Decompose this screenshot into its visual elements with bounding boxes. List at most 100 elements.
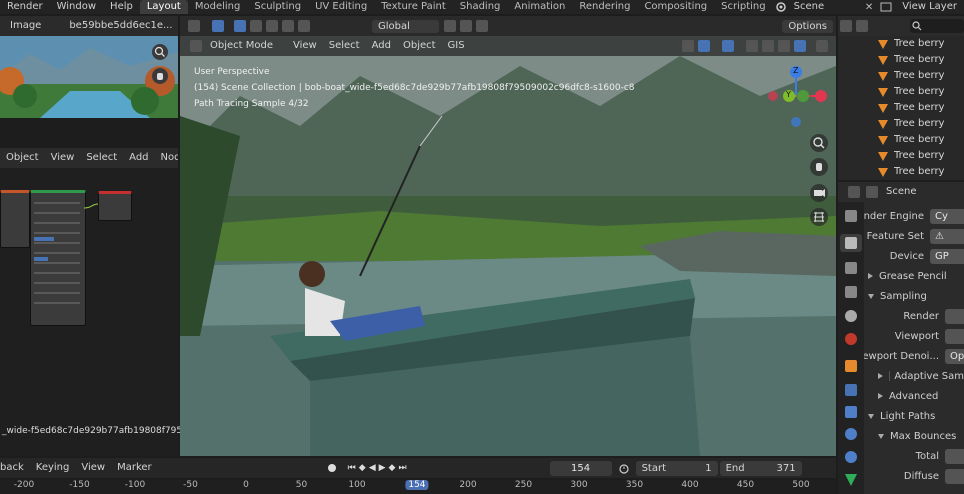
list-item[interactable]: Tree berry	[838, 164, 964, 180]
outliner-search-input[interactable]	[910, 19, 964, 33]
pivot-point-icon[interactable]	[444, 20, 456, 32]
node-select-menu[interactable]: Select	[80, 150, 123, 166]
play-icon[interactable]: ▶	[379, 463, 389, 473]
node-object-menu[interactable]: Object	[0, 150, 45, 166]
select-tool-icon[interactable]	[212, 20, 224, 32]
menu-render[interactable]: Render	[0, 0, 50, 14]
play-reverse-icon[interactable]: ◀	[369, 463, 379, 473]
outliner-type-icon[interactable]	[840, 20, 852, 32]
menu-help[interactable]: Help	[103, 0, 140, 14]
object-mode-dropdown[interactable]: Object Mode	[204, 38, 279, 54]
select-mode-invert-icon[interactable]	[282, 20, 294, 32]
modifier-tab-icon[interactable]	[845, 384, 857, 396]
options-dropdown[interactable]: Options	[782, 19, 833, 33]
image-mode-menu[interactable]: Image	[4, 18, 47, 34]
list-item[interactable]: Tree berry	[838, 84, 964, 100]
scene-icon[interactable]	[775, 1, 787, 13]
tool-tab-icon[interactable]	[845, 210, 857, 222]
total-bounces-field[interactable]	[945, 448, 964, 464]
tab-modeling[interactable]: Modeling	[188, 0, 248, 14]
transform-orientation-dropdown[interactable]: Global	[372, 19, 439, 33]
light-paths-panel[interactable]: Light Paths	[868, 406, 964, 426]
render-tab-icon[interactable]	[840, 234, 862, 252]
viewport-canvas[interactable]: Object Mode View Select Add Object GIS U…	[180, 36, 836, 456]
grease-pencil-panel[interactable]: Grease Pencil	[868, 266, 964, 286]
render-engine-dropdown[interactable]: Cy	[930, 208, 964, 224]
object-mode-icon[interactable]	[190, 40, 202, 52]
tab-uv-editing[interactable]: UV Editing	[308, 0, 374, 14]
menu-window[interactable]: Window	[50, 0, 103, 14]
select-mode-extend-icon[interactable]	[250, 20, 262, 32]
viewport-select-menu[interactable]: Select	[323, 38, 366, 54]
feature-set-dropdown[interactable]: ⚠	[930, 228, 964, 244]
viewport-zoom-icon[interactable]	[810, 134, 828, 152]
tab-texture-paint[interactable]: Texture Paint	[374, 0, 453, 14]
pause-render-icon[interactable]	[816, 40, 828, 52]
camera-view-icon[interactable]	[810, 184, 828, 202]
gizmo-toggle-icon[interactable]	[698, 40, 710, 52]
tab-compositing[interactable]: Compositing	[637, 0, 714, 14]
timeline-ruler[interactable]: -200 -150 -100 -50 0 50 100 154 200 250 300 350 400 4…	[0, 480, 836, 494]
next-keyframe-icon[interactable]: ◆	[389, 463, 399, 473]
sampling-panel[interactable]: Sampling	[868, 286, 964, 306]
end-frame-field[interactable]: End 371	[719, 460, 802, 476]
list-item[interactable]: Tree berry	[838, 100, 964, 116]
jump-end-icon[interactable]: ⏭	[398, 463, 409, 473]
select-mode-new-icon[interactable]	[234, 20, 246, 32]
tab-shading[interactable]: Shading	[453, 0, 508, 14]
image-name-field[interactable]: be59bbe5dd6ec1e...	[63, 18, 178, 34]
visibility-icon[interactable]	[682, 40, 694, 52]
list-item[interactable]: Tree berry	[838, 148, 964, 164]
list-item[interactable]: Tree berry	[838, 132, 964, 148]
select-mode-subtract-icon[interactable]	[266, 20, 278, 32]
viewport-denoise-dropdown[interactable]: Op	[945, 348, 964, 364]
max-bounces-panel[interactable]: Max Bounces	[878, 426, 964, 446]
properties-type-icon[interactable]	[848, 186, 860, 198]
select-mode-intersect-icon[interactable]	[298, 20, 310, 32]
view-layer-selector[interactable]: View Layer	[895, 0, 964, 14]
transform-orientation-icon[interactable]	[188, 20, 200, 32]
list-item[interactable]: Tree berry	[838, 68, 964, 84]
overlay-toggle-icon[interactable]	[722, 40, 734, 52]
tab-animation[interactable]: Animation	[507, 0, 572, 14]
world-tab-icon[interactable]	[845, 333, 857, 345]
node-view-menu[interactable]: View	[45, 150, 81, 166]
prev-keyframe-icon[interactable]: ◆	[359, 463, 369, 473]
tab-rendering[interactable]: Rendering	[572, 0, 637, 14]
keying-menu[interactable]: Keying	[30, 460, 76, 476]
perspective-toggle-icon[interactable]	[810, 208, 828, 226]
display-mode-icon[interactable]	[856, 20, 868, 32]
node-node-menu[interactable]: Node	[155, 150, 178, 166]
device-dropdown[interactable]: GP	[930, 248, 964, 264]
tab-scripting[interactable]: Scripting	[714, 0, 772, 14]
viewport-view-menu[interactable]: View	[287, 38, 323, 54]
particles-tab-icon[interactable]	[845, 406, 857, 418]
data-tab-icon[interactable]	[845, 474, 857, 486]
playback-menu[interactable]: back	[0, 460, 30, 476]
view-layer-tab-icon[interactable]	[845, 286, 857, 298]
tab-layout[interactable]: Layout	[139, 0, 188, 14]
pan-hand-icon[interactable]	[152, 68, 168, 84]
start-frame-field[interactable]: Start 1	[635, 460, 718, 476]
viewport-add-menu[interactable]: Add	[366, 38, 397, 54]
jump-start-icon[interactable]: ⏮	[348, 463, 359, 473]
view-layer-icon[interactable]	[877, 1, 895, 13]
list-item[interactable]: Tree berry	[838, 36, 964, 52]
xray-icon[interactable]	[746, 40, 758, 52]
close-scene-icon[interactable]: ✕	[861, 2, 877, 13]
timeline-view-menu[interactable]: View	[75, 460, 111, 476]
viewport-samples-field[interactable]	[945, 328, 964, 344]
scene-tab-icon[interactable]	[845, 310, 857, 322]
current-frame-field[interactable]: 154	[549, 460, 612, 476]
pin-scene-icon[interactable]	[866, 186, 878, 198]
stopwatch-icon[interactable]	[618, 462, 630, 474]
list-item[interactable]: Tree berry	[838, 116, 964, 132]
render-samples-field[interactable]	[945, 308, 964, 324]
object-tab-icon[interactable]	[845, 360, 857, 372]
proportional-edit-icon[interactable]	[476, 20, 488, 32]
list-item[interactable]: Tree berry	[838, 52, 964, 68]
viewport-pan-icon[interactable]	[810, 158, 828, 176]
node-add-menu[interactable]: Add	[123, 150, 154, 166]
tab-sculpting[interactable]: Sculpting	[247, 0, 308, 14]
adaptive-sampling-panel[interactable]: Adaptive Sam	[878, 366, 964, 386]
